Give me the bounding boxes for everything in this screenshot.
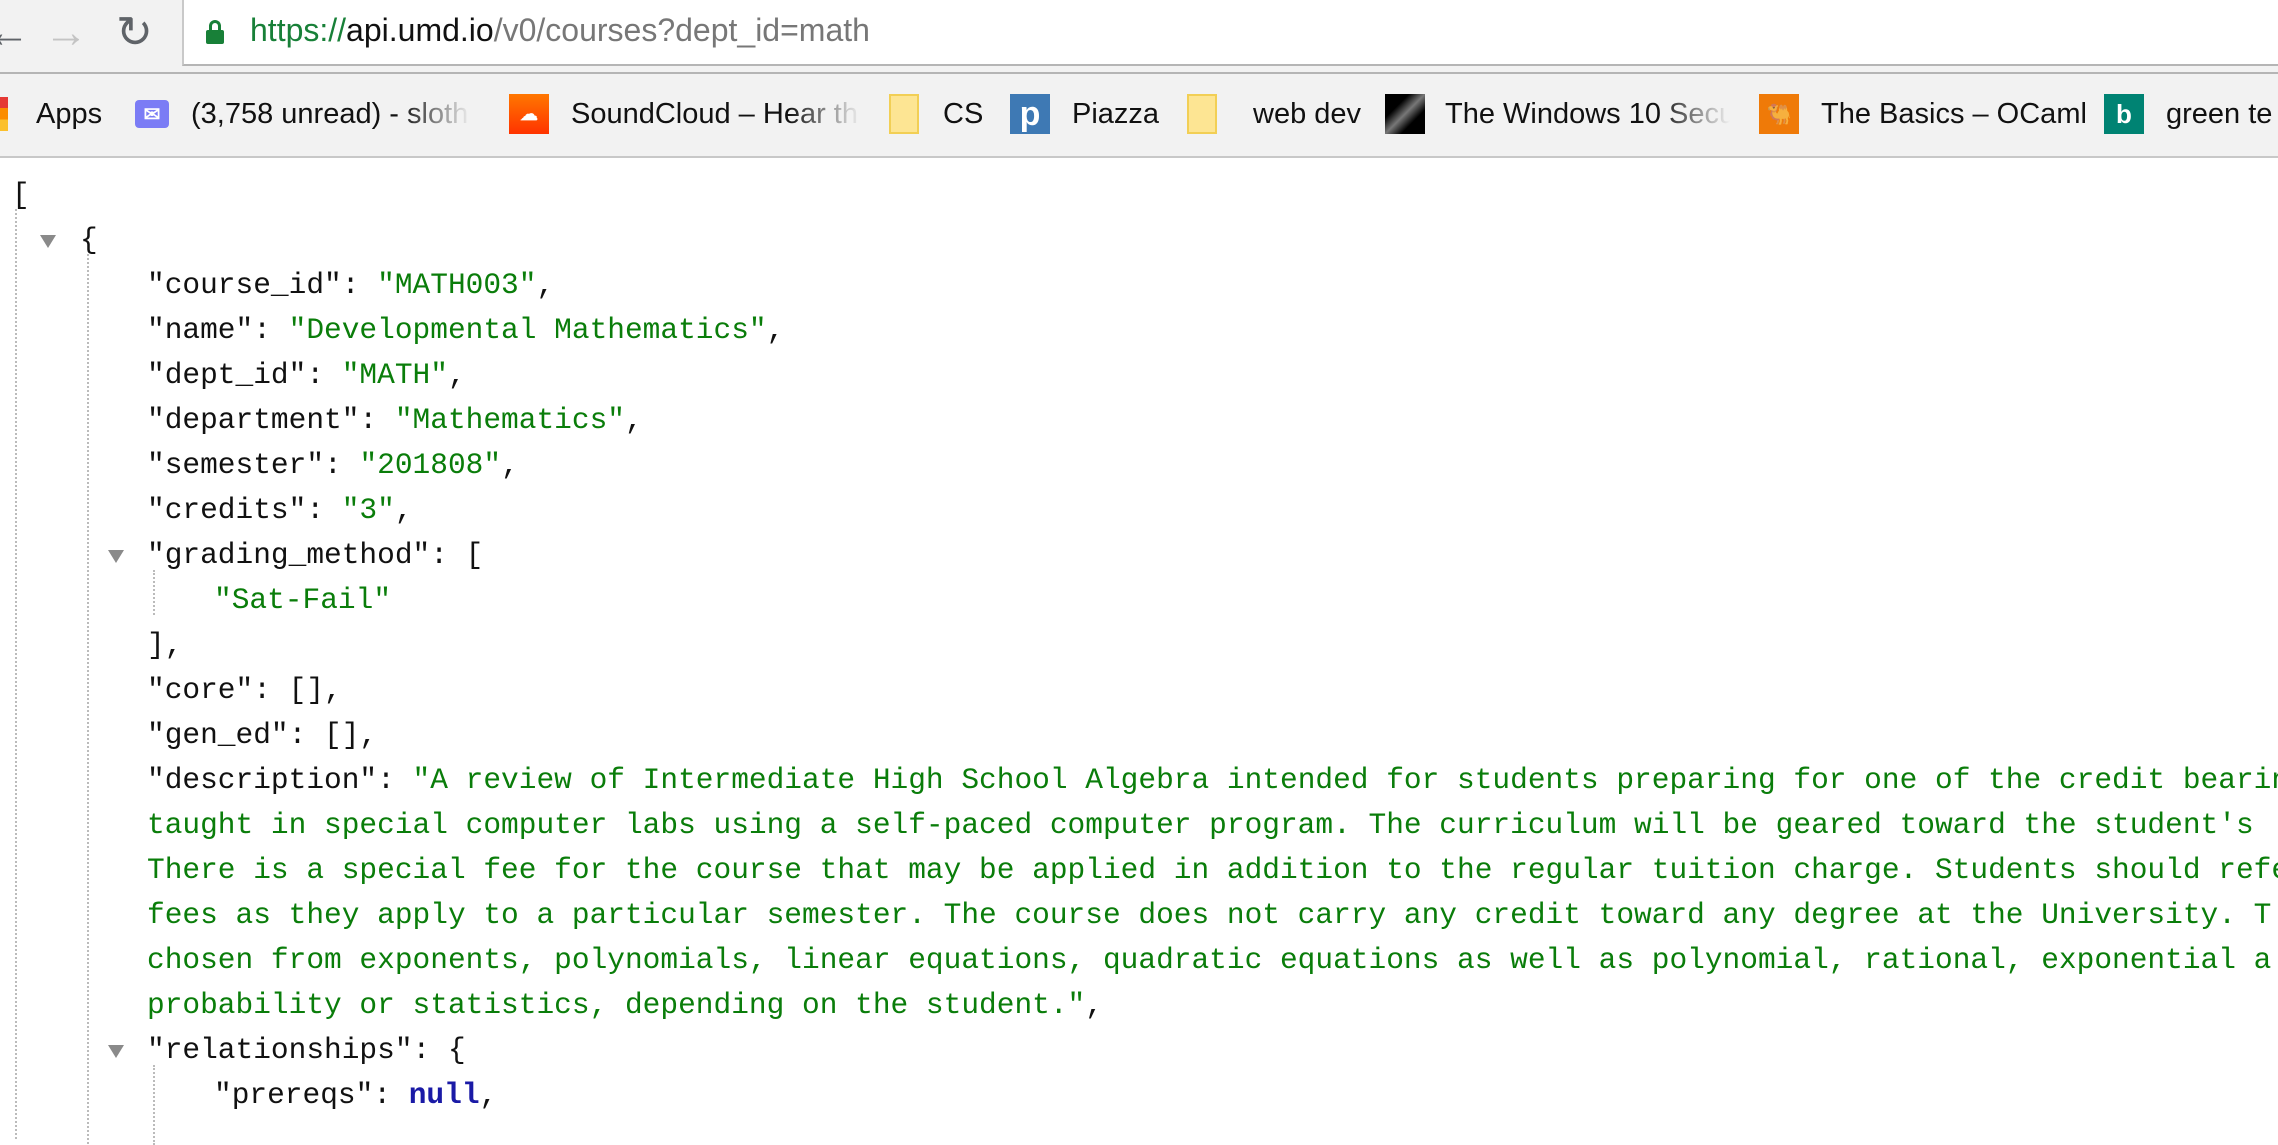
json-line: "core": [], [0, 668, 2278, 713]
collapse-triangle-icon[interactable] [108, 550, 124, 563]
array-close: ], [147, 628, 183, 662]
bookmark-folder-cs[interactable]: CS [889, 94, 983, 134]
bookmark-soundcloud[interactable]: ☁ SoundCloud – Hear th [509, 94, 861, 134]
json-key: "credits": [147, 493, 342, 527]
json-string-continuation: chosen from exponents, polynomials, line… [147, 943, 2272, 977]
json-string: "Developmental Mathematics" [288, 313, 767, 347]
json-key: "name": [147, 313, 289, 347]
bookmark-label: SoundCloud – Hear th [571, 97, 858, 130]
json-string: "Sat-Fail" [214, 583, 392, 617]
json-key: "core": [], [147, 673, 342, 707]
mail-icon: ✉ [135, 100, 169, 128]
soundcloud-icon: ☁ [509, 94, 549, 134]
json-line: "Sat-Fail" [0, 578, 2278, 623]
bookmark-label: The Windows 10 Secu [1445, 97, 1730, 130]
bookmark-label: web dev [1253, 97, 1362, 130]
url-scheme: https:// [250, 12, 347, 48]
bookmark-label: CS [943, 97, 984, 130]
json-line: "credits": "3", [147, 493, 413, 527]
json-line: { [0, 218, 2278, 263]
json-string-continuation: fees as they apply to a particular semes… [147, 898, 2272, 932]
json-string: "MATH003" [377, 268, 537, 302]
object-open: { [80, 223, 98, 257]
url-path: /v0/courses?dept_id=math [493, 12, 870, 48]
json-string-continuation: There is a special fee for the course th… [147, 853, 2278, 887]
json-key: "description": [147, 763, 413, 797]
apps-grid-icon [0, 97, 8, 131]
reload-icon[interactable]: ↻ [116, 8, 153, 58]
json-viewer: [ { "course_id": "MATH003", "name": "Dev… [0, 173, 2278, 1145]
browser-toolbar: ← → ↻ https://api.umd.io/v0/courses?dept… [0, 0, 2278, 158]
bookmark-apps[interactable]: Apps [0, 94, 102, 134]
json-line: "grading_method": [ [0, 533, 2278, 578]
ocaml-icon: 🐫 [1759, 94, 1799, 134]
json-line: "department": "Mathematics", [147, 403, 643, 437]
url-text[interactable]: https://api.umd.io/v0/courses?dept_id=ma… [250, 12, 870, 49]
collapse-triangle-icon[interactable] [108, 1045, 124, 1058]
json-string-continuation: probability or statistics, depending on … [147, 988, 1086, 1022]
address-bar[interactable]: https://api.umd.io/v0/courses?dept_id=ma… [182, 0, 2278, 66]
json-key: "semester": [147, 448, 360, 482]
json-line: "dept_id": "MATH", [147, 358, 466, 392]
json-string: "201808" [359, 448, 502, 482]
json-line: [ [0, 173, 2278, 218]
folder-icon [1187, 94, 1217, 134]
array-open: [ [12, 178, 30, 212]
json-line: "gen_ed": [], [0, 713, 2278, 758]
json-string: "MATH" [341, 358, 448, 392]
bookmark-piazza[interactable]: p Piazza [1010, 94, 1159, 134]
json-string: "Mathematics" [394, 403, 625, 437]
folder-icon [889, 94, 919, 134]
json-key: "prereqs": [214, 1078, 409, 1112]
json-line: ], [0, 623, 2278, 668]
bookmark-label: Apps [36, 97, 103, 130]
url-host: api.umd.io [346, 12, 494, 48]
json-string: "A review of Intermediate High School Al… [412, 763, 2278, 797]
bookmark-label: (3,758 unread) - sloth [191, 97, 469, 130]
lock-icon [206, 20, 224, 44]
piazza-icon: p [1010, 94, 1050, 134]
bookmarks-bar: Apps ✉ (3,758 unread) - sloth ☁ SoundCloud… [0, 72, 2278, 154]
json-null: null [408, 1078, 480, 1112]
json-line: "relationships": { [0, 1028, 2278, 1073]
bookmark-mail[interactable]: ✉ (3,758 unread) - sloth [135, 94, 471, 134]
back-arrow-icon[interactable]: ← [0, 8, 30, 58]
json-line: "semester": "201808", [147, 448, 519, 482]
forward-arrow-icon[interactable]: → [44, 8, 88, 58]
json-key: "relationships": { [147, 1033, 466, 1067]
bookmark-folder-web-dev[interactable]: web dev [1187, 94, 1361, 134]
bookmark-windows-article[interactable]: The Windows 10 Secu [1385, 94, 1730, 134]
json-line: "name": "Developmental Mathematics", [147, 313, 785, 347]
bookmark-label: Piazza [1072, 97, 1160, 130]
bing-icon: b [2104, 94, 2144, 134]
json-string: "3" [341, 493, 395, 527]
json-key: "department": [147, 403, 395, 437]
json-string-continuation: taught in special computer labs using a … [147, 808, 2254, 842]
json-key: "grading_method": [ [147, 538, 484, 572]
windows-article-icon [1385, 94, 1425, 134]
json-key: "gen_ed": [], [147, 718, 378, 752]
json-line: "course_id": "MATH003", [147, 268, 555, 302]
bookmark-label: The Basics – OCaml [1821, 97, 2087, 130]
json-line: probability or statistics, depending on … [147, 988, 1103, 1022]
bookmark-ocaml[interactable]: 🐫 The Basics – OCaml [1759, 94, 2087, 134]
collapse-triangle-icon[interactable] [40, 235, 56, 248]
json-key: "dept_id": [147, 358, 342, 392]
bookmark-bing[interactable]: b green te [2104, 94, 2272, 134]
json-key: "course_id": [147, 268, 378, 302]
json-line: "prereqs": null, [214, 1078, 498, 1112]
bookmark-label: green te [2166, 97, 2273, 130]
json-line: "description": "A review of Intermediate… [0, 758, 2278, 803]
